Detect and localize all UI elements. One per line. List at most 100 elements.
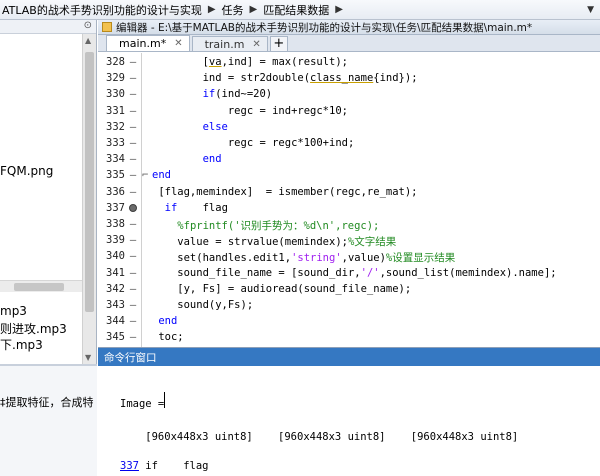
code-text: end — [152, 169, 171, 182]
breakpoint-gutter-marker[interactable]: – — [125, 153, 141, 165]
breakpoint-gutter-marker[interactable]: – — [125, 315, 141, 327]
address-breadcrumb: ATLAB的战术手势识别功能的设计与实现 ▶ 任务 ▶ 匹配结果数据 ▶ ▼ — [0, 0, 600, 20]
line-number: 330 — [106, 88, 125, 101]
breadcrumb-item-project[interactable]: ATLAB的战术手势识别功能的设计与实现 — [0, 2, 204, 18]
breakpoint-gutter-marker[interactable]: – — [125, 299, 141, 311]
tab-label: main.m* — [119, 37, 167, 50]
line-number: 329 — [106, 72, 125, 85]
code-line[interactable]: 338– %fprintf('识别手势为：%d\n',regc); — [98, 215, 600, 232]
current-folder-panel: ⊙ FQM.png ▲ ▼ mp3 则进攻.mp3 下.mp3 ‡提取特征，合成… — [0, 20, 97, 476]
line-link[interactable]: 337 — [120, 460, 139, 472]
line-number: 331 — [106, 104, 125, 117]
breakpoint-gutter-marker[interactable]: – — [125, 105, 141, 117]
line-number: 336 — [106, 185, 125, 198]
fold-icon[interactable]: ⌐ — [142, 169, 152, 181]
editor-panel: 编辑器 - E:\基于MATLAB的战术手势识别功能的设计与实现\任务\匹配结果… — [98, 20, 600, 347]
breakpoint-gutter-marker[interactable]: – — [125, 218, 141, 230]
audio-file-list[interactable]: mp3 则进攻.mp3 下.mp3 — [0, 302, 82, 364]
breakpoint-gutter-marker[interactable]: – — [125, 137, 141, 149]
tab-train[interactable]: train.m ✕ — [191, 36, 268, 51]
code-text: end — [202, 153, 222, 166]
breakpoint-gutter-marker[interactable]: – — [125, 331, 141, 343]
line-number: 328 — [106, 56, 125, 68]
line-number: 334 — [106, 153, 125, 166]
code-editor[interactable]: 328– [va,ind] = max(result); 329– ind = s… — [98, 53, 600, 347]
code-line[interactable]: 340– set(handles.edit1,'string',value)%设… — [98, 247, 600, 264]
chevron-down-icon[interactable]: ▼ — [581, 5, 600, 15]
command-window-title: 命令行窗口 — [98, 348, 600, 366]
code-line[interactable]: 329– ind = str2double(class_name{ind}); — [98, 69, 600, 86]
breakpoint-icon[interactable] — [129, 203, 137, 212]
code-text: [flag,memindex] = ismember(regc,re_mat); — [152, 185, 418, 198]
breakpoint-gutter-marker[interactable]: – — [125, 267, 141, 279]
breakpoint-gutter-marker[interactable]: – — [125, 283, 141, 295]
code-line[interactable]: 336– [flag,memindex] = ismember(regc,re_… — [98, 183, 600, 200]
code-line[interactable]: 331– regc = ind+regc*10; — [98, 102, 600, 119]
code-line[interactable]: 334– end — [98, 150, 600, 167]
editor-icon — [102, 22, 112, 32]
tab-label: train.m — [204, 37, 245, 51]
file-details-text: ‡提取特征，合成特 — [0, 396, 94, 409]
line-number: 345 — [106, 331, 125, 344]
command-window[interactable]: 命令行窗口 Image = [960x448x3 uint8] [960x448… — [98, 347, 600, 476]
code-text: toc; — [152, 331, 184, 344]
close-icon[interactable]: ✕ — [174, 38, 182, 49]
code-text: [va,ind] = max(result); — [152, 56, 348, 68]
file-list-horizontal-scrollbar[interactable] — [0, 280, 82, 292]
breakpoint-gutter-marker[interactable]: – — [125, 234, 141, 246]
editor-title-bar: 编辑器 - E:\基于MATLAB的战术手势识别功能的设计与实现\任务\匹配结果… — [98, 20, 600, 35]
command-output-dims: [960x448x3 uint8] [960x448x3 uint8] [960… — [120, 431, 519, 443]
breakpoint-gutter-marker[interactable]: – — [125, 56, 141, 68]
code-line[interactable]: 333– regc = regc*100+ind; — [98, 134, 600, 151]
list-item[interactable]: mp3 — [0, 304, 27, 318]
breadcrumb-separator-icon: ▶ — [249, 4, 258, 15]
code-line[interactable]: 345– toc; — [98, 328, 600, 345]
line-number: 337 — [106, 201, 125, 214]
hide-panel-icon[interactable]: ⊙ — [84, 20, 92, 31]
code-line[interactable]: 339– value = strvalue(memindex);%文字结果 — [98, 231, 600, 248]
command-output-text: if flag — [138, 460, 209, 472]
list-item[interactable]: 则进攻.mp3 — [0, 320, 67, 337]
list-item[interactable]: FQM.png — [0, 164, 53, 178]
scroll-up-icon[interactable]: ▲ — [85, 36, 91, 45]
breakpoint-gutter-marker[interactable]: – — [125, 88, 141, 100]
code-line[interactable]: 330– if(ind~=20) — [98, 85, 600, 102]
line-number: 341 — [106, 266, 125, 279]
code-line[interactable]: 337 if flag — [98, 199, 600, 216]
breadcrumb-separator-icon: ▶ — [207, 4, 216, 15]
add-tab-button[interactable]: + — [269, 36, 288, 51]
code-line[interactable]: 328– [va,ind] = max(result); — [98, 53, 600, 70]
breakpoint-gutter-marker[interactable]: – — [125, 250, 141, 262]
breakpoint-gutter-marker[interactable]: – — [125, 121, 141, 133]
scrollbar-thumb[interactable] — [85, 52, 94, 312]
code-text: if flag — [164, 201, 228, 214]
breakpoint-gutter-marker[interactable]: – — [125, 72, 141, 84]
code-text: regc = regc*100+ind; — [152, 137, 355, 149]
list-item[interactable]: 下.mp3 — [0, 336, 43, 353]
file-details-panel: ‡提取特征，合成特 — [0, 364, 97, 476]
close-icon[interactable]: ✕ — [252, 39, 260, 50]
text-caret — [164, 392, 165, 408]
code-line[interactable]: 341– sound_file_name = [sound_dir,'/',so… — [98, 264, 600, 281]
scrollbar-thumb[interactable] — [14, 283, 64, 291]
code-text: if(ind~=20) — [202, 88, 273, 101]
breadcrumb-item-task[interactable]: 任务 — [220, 2, 246, 18]
scroll-down-icon[interactable]: ▼ — [85, 353, 91, 362]
tab-main[interactable]: main.m* ✕ — [106, 35, 190, 51]
line-number: 342 — [106, 282, 125, 295]
line-number: 339 — [106, 234, 125, 247]
breadcrumb-item-results[interactable]: 匹配结果数据 — [261, 2, 331, 18]
code-line[interactable]: 344– end — [98, 312, 600, 329]
code-text: sound_file_name = [sound_dir,'/',sound_l… — [152, 266, 557, 279]
command-output-label: Image = — [120, 398, 165, 410]
breakpoint-gutter-marker[interactable]: – — [125, 186, 141, 198]
breadcrumb-separator-icon: ▶ — [335, 4, 343, 15]
code-line[interactable]: 342– [y, Fs] = audioread(sound_file_name… — [98, 280, 600, 297]
code-text: else — [202, 120, 228, 133]
editor-tabs: main.m* ✕ train.m ✕ + — [98, 35, 600, 52]
breakpoint-gutter-marker[interactable]: – — [125, 169, 141, 181]
file-list-vertical-scrollbar[interactable]: ▲ ▼ — [82, 34, 96, 364]
code-line[interactable]: 335– ⌐ end — [98, 166, 600, 183]
code-line[interactable]: 343– sound(y,Fs); — [98, 296, 600, 313]
code-line[interactable]: 332– else — [98, 118, 600, 135]
